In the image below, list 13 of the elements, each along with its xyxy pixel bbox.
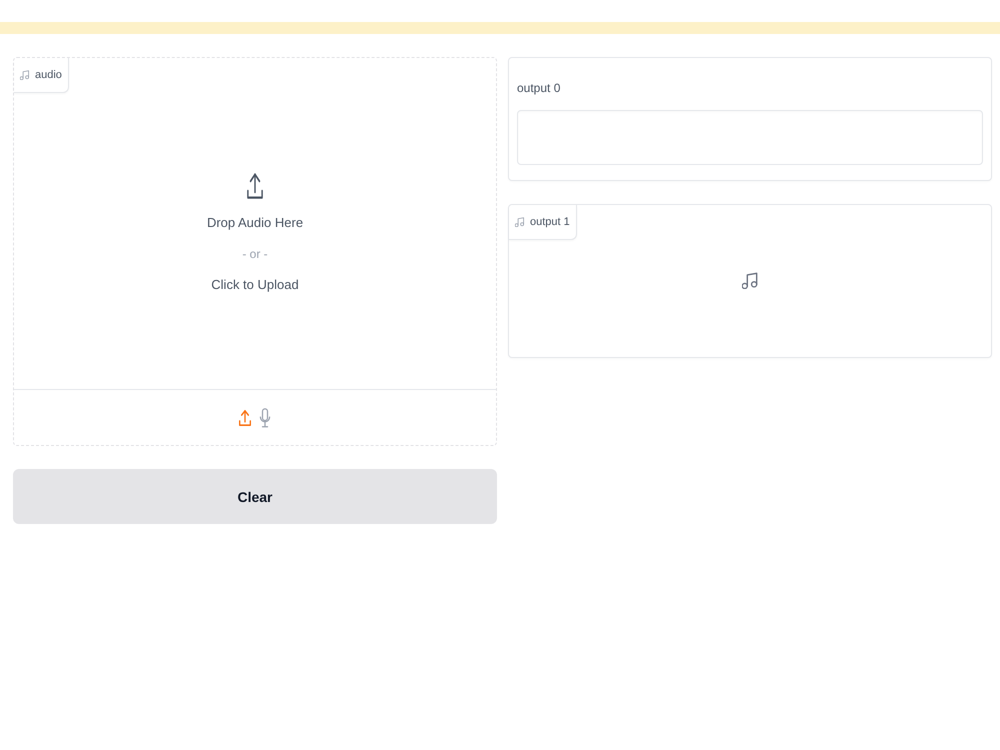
upload-text: Click to Upload	[211, 276, 299, 294]
or-text: - or -	[242, 246, 268, 263]
field-label: output 0	[517, 80, 560, 97]
microphone-icon[interactable]	[258, 406, 272, 428]
music-note-icon	[742, 272, 758, 289]
upload-icon	[247, 173, 263, 199]
drop-text: Drop Audio Here	[206, 214, 304, 232]
music-note-icon	[515, 217, 525, 227]
label-text: output 1	[530, 216, 570, 228]
clear-button[interactable]: Clear	[13, 469, 497, 524]
drop-zone[interactable]: Drop Audio Here - or - Click to Upload	[14, 93, 496, 389]
label-text: audio	[35, 69, 62, 81]
music-note-icon	[20, 70, 30, 80]
